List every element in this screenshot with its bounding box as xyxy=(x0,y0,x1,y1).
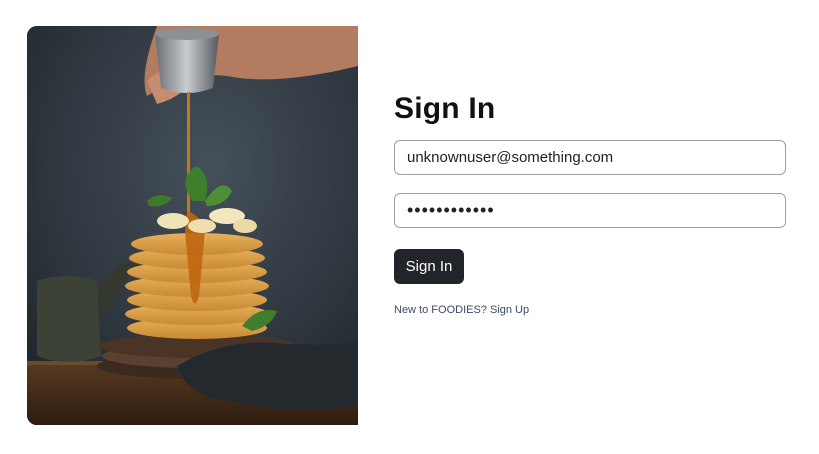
sign-up-link[interactable]: Sign Up xyxy=(490,304,529,316)
signup-prompt-text: New to FOODIES? xyxy=(394,304,487,316)
hero-image xyxy=(27,26,358,425)
sign-in-button[interactable]: Sign In xyxy=(394,249,464,284)
signin-page: Sign In Sign In New to FOODIES? Sign Up xyxy=(0,0,819,454)
pancake-photo-illustration xyxy=(27,26,358,425)
signin-form: Sign In Sign In New to FOODIES? Sign Up xyxy=(394,90,786,316)
signup-prompt-line: New to FOODIES? Sign Up xyxy=(394,304,529,316)
email-field[interactable] xyxy=(394,140,786,175)
password-field[interactable] xyxy=(394,193,786,228)
page-title: Sign In xyxy=(394,92,496,125)
